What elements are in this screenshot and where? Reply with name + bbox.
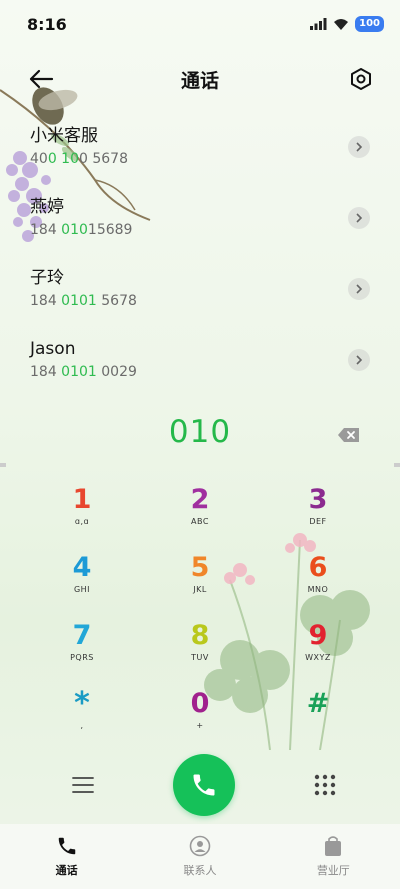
key-digit: 6 bbox=[308, 552, 328, 583]
key-letters: WXYZ bbox=[305, 653, 331, 662]
contact-item[interactable]: 燕婷 184 01015689 bbox=[0, 189, 400, 260]
contact-name: 燕婷 bbox=[30, 197, 64, 217]
key-6[interactable]: 6 MNO bbox=[284, 548, 352, 608]
tab-store[interactable]: 营业厅 bbox=[273, 835, 393, 878]
dialpad-toggle-button[interactable] bbox=[310, 770, 340, 800]
key-letters: GHI bbox=[73, 585, 91, 594]
battery-icon: 100 bbox=[355, 16, 384, 32]
settings-button[interactable] bbox=[346, 64, 376, 94]
store-bag-icon bbox=[325, 836, 342, 856]
menu-button[interactable] bbox=[68, 770, 98, 800]
contact-number: 400 100 5678 bbox=[30, 151, 128, 167]
key-5[interactable]: 5 JKL bbox=[166, 548, 234, 608]
tab-label: 营业厅 bbox=[316, 864, 350, 877]
chevron-right-icon bbox=[356, 213, 363, 223]
status-time: 8:16 bbox=[27, 14, 67, 34]
edge-marker bbox=[0, 463, 6, 467]
status-bar: 8:16 100 bbox=[0, 0, 400, 48]
contact-item[interactable]: Jason 184 0101 0029 bbox=[0, 331, 400, 402]
dialpad-row: *, 0 + # bbox=[0, 684, 400, 752]
dialer-actions bbox=[0, 752, 400, 818]
contact-number: 184 0101 5678 bbox=[30, 293, 137, 309]
dialpad: 1 ɑ,ɑ 2 ABC 3 DEF 4 GHI 5 JKL 6 MNO 7 PQRS 8 TUV… bbox=[0, 480, 400, 752]
contact-details-button[interactable] bbox=[348, 136, 370, 158]
backspace-icon bbox=[338, 428, 359, 442]
key-digit: 5 bbox=[190, 552, 210, 583]
key-digit: 3 bbox=[308, 484, 328, 515]
contact-details-button[interactable] bbox=[348, 349, 370, 371]
contact-item[interactable]: 子玲 184 0101 5678 bbox=[0, 260, 400, 331]
chevron-right-icon bbox=[356, 284, 363, 294]
key-digit: 1 bbox=[72, 484, 92, 515]
dialpad-row: 4 GHI 5 JKL 6 MNO bbox=[0, 548, 400, 616]
status-icons: 100 bbox=[310, 16, 384, 32]
dialpad-icon bbox=[314, 774, 336, 796]
header: 通话 bbox=[0, 58, 400, 100]
key-1[interactable]: 1 ɑ,ɑ bbox=[48, 480, 116, 540]
signal-icon bbox=[310, 18, 327, 30]
contact-name: 小米客服 bbox=[30, 126, 98, 146]
contact-number: 184 01015689 bbox=[30, 222, 133, 238]
tab-label: 联系人 bbox=[183, 864, 217, 877]
tab-label: 通话 bbox=[55, 864, 78, 877]
key-9[interactable]: 9 WXYZ bbox=[284, 616, 352, 676]
back-button[interactable] bbox=[26, 64, 56, 94]
key-digit: * bbox=[74, 686, 90, 721]
dialpad-row: 1 ɑ,ɑ 2 ABC 3 DEF bbox=[0, 480, 400, 548]
phone-icon bbox=[58, 837, 75, 855]
menu-icon bbox=[72, 777, 94, 793]
tab-calls[interactable]: 通话 bbox=[7, 835, 127, 878]
key-letters: TUV bbox=[191, 653, 209, 662]
tab-contacts[interactable]: 联系人 bbox=[140, 835, 260, 878]
key-letters: , bbox=[80, 721, 84, 730]
contact-item[interactable]: 小米客服 400 100 5678 bbox=[0, 118, 400, 189]
key-digit: # bbox=[306, 688, 330, 719]
back-arrow-icon bbox=[29, 69, 54, 89]
chevron-right-icon bbox=[356, 142, 363, 152]
chevron-right-icon bbox=[356, 355, 363, 365]
page-title: 通话 bbox=[180, 69, 219, 92]
contacts-icon bbox=[189, 835, 211, 857]
key-3[interactable]: 3 DEF bbox=[284, 480, 352, 540]
key-hash[interactable]: # bbox=[284, 684, 352, 744]
key-4[interactable]: 4 GHI bbox=[48, 548, 116, 608]
contact-name: 子玲 bbox=[30, 268, 64, 288]
key-7[interactable]: 7 PQRS bbox=[48, 616, 116, 676]
backspace-button[interactable] bbox=[336, 425, 362, 445]
key-letters: PQRS bbox=[70, 653, 94, 662]
contact-name: Jason bbox=[30, 339, 76, 359]
key-digit: 2 bbox=[190, 484, 210, 515]
dialpad-row: 7 PQRS 8 TUV 9 WXYZ bbox=[0, 616, 400, 684]
key-digit: 7 bbox=[72, 620, 92, 651]
contact-details-button[interactable] bbox=[348, 278, 370, 300]
phone-icon bbox=[193, 774, 215, 796]
key-star[interactable]: *, bbox=[48, 684, 116, 744]
key-digit: 8 bbox=[190, 620, 210, 651]
bottom-nav: 通话 联系人 营业厅 bbox=[0, 824, 400, 889]
key-letters: MNO bbox=[307, 585, 329, 594]
contact-details-button[interactable] bbox=[348, 207, 370, 229]
contact-suggestions: 小米客服 400 100 5678 燕婷 184 01015689 子玲 184… bbox=[0, 118, 400, 402]
key-letters: JKL bbox=[193, 585, 207, 594]
settings-hexagon-icon bbox=[351, 68, 371, 90]
key-digit: 4 bbox=[72, 552, 92, 583]
key-letters: ABC bbox=[191, 517, 209, 526]
wifi-icon bbox=[334, 19, 349, 30]
key-letters: ɑ,ɑ bbox=[74, 517, 90, 526]
key-digit: 9 bbox=[308, 620, 328, 651]
edge-marker bbox=[394, 463, 400, 467]
key-8[interactable]: 8 TUV bbox=[166, 616, 234, 676]
key-letters: DEF bbox=[309, 517, 327, 526]
call-button[interactable] bbox=[173, 754, 235, 816]
contact-number: 184 0101 0029 bbox=[30, 364, 137, 380]
key-digit: 0 bbox=[190, 688, 210, 719]
key-2[interactable]: 2 ABC bbox=[166, 480, 234, 540]
key-letters: + bbox=[196, 721, 204, 730]
key-0[interactable]: 0 + bbox=[166, 684, 234, 744]
